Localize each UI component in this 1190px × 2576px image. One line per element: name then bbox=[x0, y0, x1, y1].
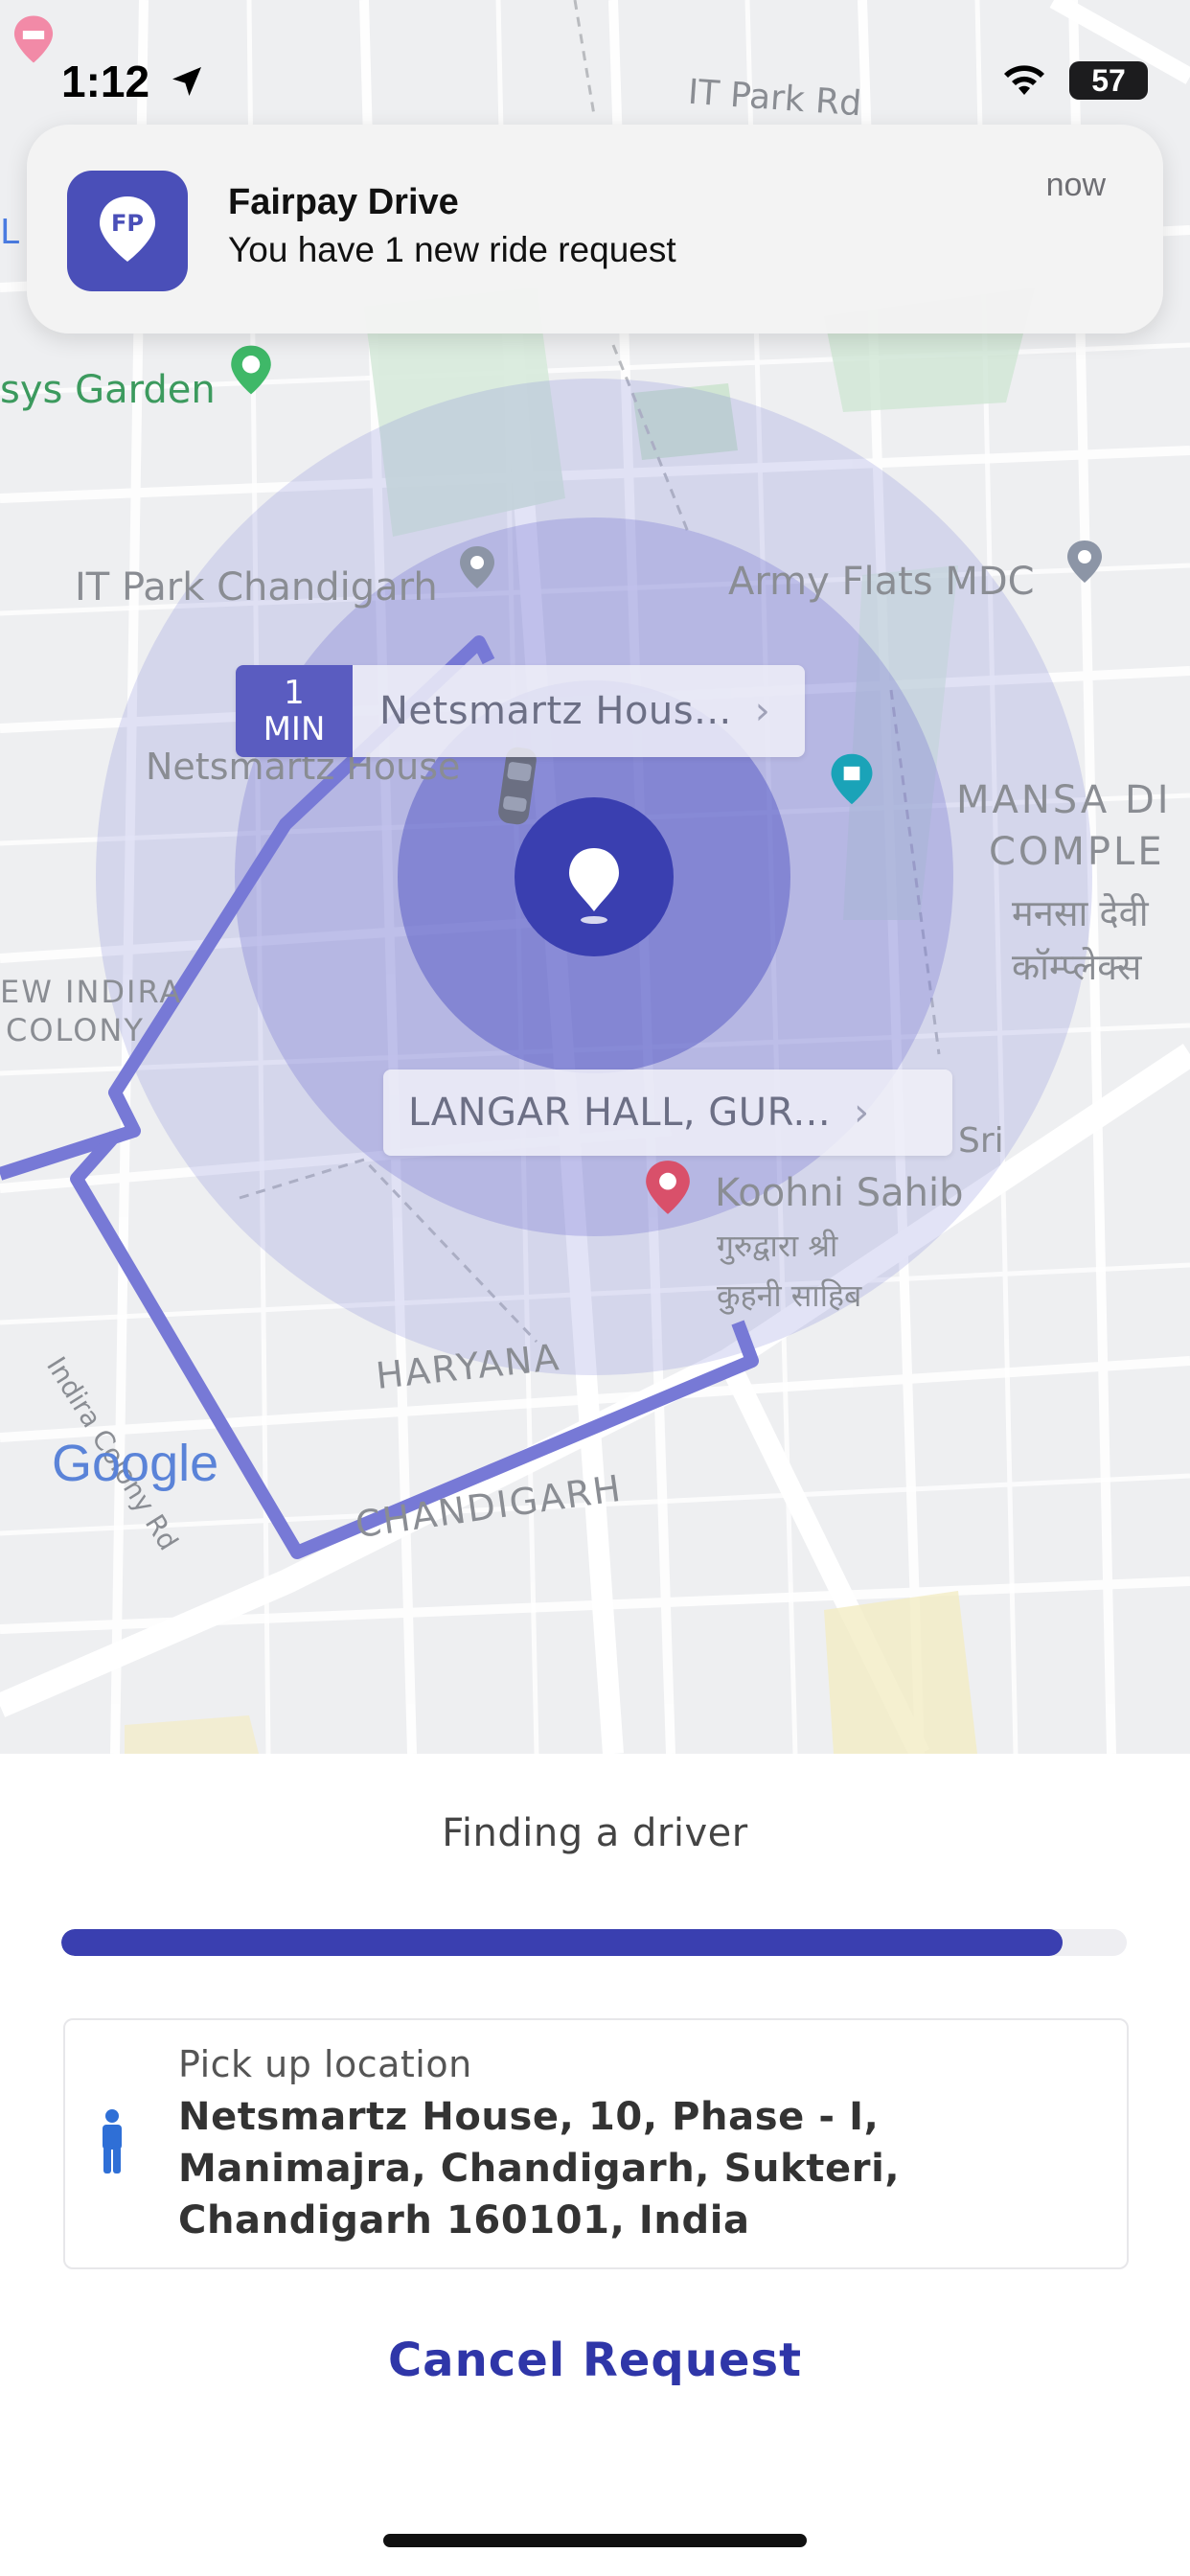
map-label-mansa-1: MANSA DI bbox=[956, 778, 1172, 822]
status-right: 57 bbox=[1000, 61, 1148, 100]
map-label-gurudwara-hindi-2: कुहनी साहिब bbox=[717, 1277, 862, 1314]
map-label-gurudwara-hindi-1: गुरुद्वारा श्री bbox=[717, 1228, 838, 1264]
person-icon bbox=[103, 2109, 122, 2174]
garden-pin-icon bbox=[231, 345, 271, 395]
finding-driver-status: Finding a driver bbox=[442, 1811, 748, 1855]
map-pin-icon bbox=[1067, 540, 1102, 583]
wifi-icon bbox=[1004, 65, 1044, 95]
map-label-garden: sys Garden bbox=[0, 368, 216, 412]
map-label-army-flats: Army Flats MDC bbox=[728, 560, 1035, 604]
map-label-edge: L bbox=[0, 213, 20, 252]
map-pin-icon bbox=[460, 546, 494, 588]
notification-title: Fairpay Drive bbox=[228, 182, 459, 222]
bottom-sheet: Finding a driver Pick up location Netsma… bbox=[0, 1754, 1190, 2576]
notification-time: now bbox=[1045, 167, 1106, 203]
route-chip-pickup[interactable]: 1 MIN Netsmartz Hous... › bbox=[236, 665, 805, 757]
push-notification[interactable]: FP Fairpay Drive You have 1 new ride req… bbox=[27, 125, 1163, 334]
home-indicator[interactable] bbox=[383, 2534, 807, 2547]
chevron-right-icon: › bbox=[854, 1091, 870, 1135]
notification-message: You have 1 new ride request bbox=[228, 230, 676, 269]
map-label-mansa-hindi-1: मनसा देवी bbox=[1012, 892, 1149, 934]
eta-minutes: 1 bbox=[284, 674, 305, 712]
location-arrow-icon bbox=[172, 67, 201, 96]
eta-badge: 1 MIN bbox=[236, 665, 353, 757]
google-logo: Google bbox=[52, 1435, 219, 1492]
map-label-koohni-sahib: Koohni Sahib bbox=[715, 1171, 964, 1215]
map-label-mansa-hindi-2: कॉम्प्लेक्स bbox=[1012, 946, 1142, 988]
landmark-pin-icon bbox=[831, 753, 873, 805]
pickup-label: Pick up location bbox=[178, 2043, 472, 2085]
screen: IT Park Rd L sys Garden IT Park Chandiga… bbox=[0, 0, 1190, 2576]
app-icon-text: FP bbox=[111, 210, 144, 237]
map-label-mansa-2: COMPLE bbox=[989, 830, 1165, 874]
route-chip-pickup-label: Netsmartz Hous... bbox=[379, 689, 732, 733]
search-progress-fill bbox=[61, 1929, 1064, 1956]
eta-unit: MIN bbox=[263, 710, 326, 748]
status-bar: 1:12 57 bbox=[0, 0, 1190, 125]
destination-pin-icon bbox=[646, 1161, 690, 1214]
map-label-new-indira-2: COLONY bbox=[6, 1012, 145, 1048]
map-label-it-park-chandigarh: IT Park Chandigarh bbox=[75, 565, 438, 610]
route-chip-destination[interactable]: LANGAR HALL, GUR... › bbox=[383, 1070, 952, 1156]
chevron-right-icon: › bbox=[754, 689, 770, 733]
route-chip-destination-label: LANGAR HALL, GUR... bbox=[408, 1091, 832, 1135]
pickup-location-card[interactable]: Pick up location Netsmartz House, 10, Ph… bbox=[63, 2018, 1129, 2269]
map-label-sri: Sri bbox=[958, 1121, 1004, 1161]
search-progress-bar bbox=[61, 1929, 1127, 1956]
cancel-request-button[interactable]: Cancel Request bbox=[0, 2333, 1190, 2388]
map-label-new-indira-1: EW INDIRA bbox=[0, 974, 183, 1010]
fairpay-logo-icon: FP bbox=[100, 196, 155, 262]
pickup-address: Netsmartz House, 10, Phase - I, Manimajr… bbox=[178, 2095, 901, 2242]
battery-indicator: 57 bbox=[1069, 61, 1148, 100]
status-time: 1:12 bbox=[61, 56, 206, 107]
status-time-text: 1:12 bbox=[61, 57, 150, 106]
app-icon: FP bbox=[67, 171, 188, 291]
